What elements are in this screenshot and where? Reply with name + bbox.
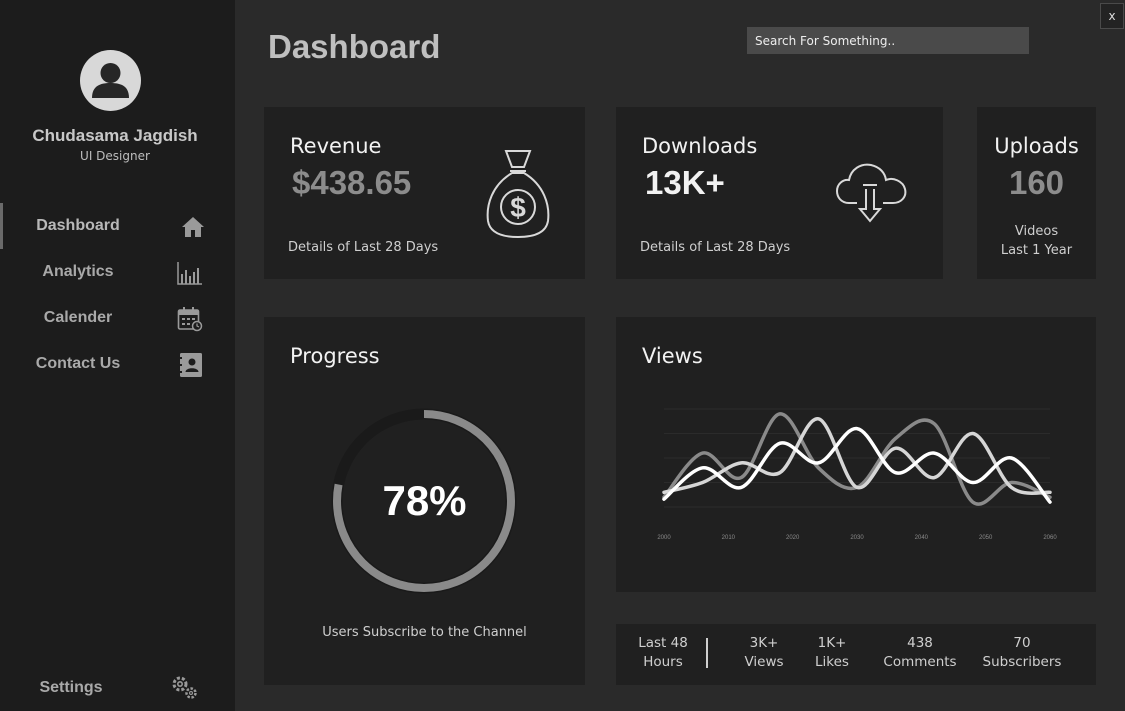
progress-percent: 78% bbox=[382, 477, 467, 524]
downloads-note: Details of Last 28 Days bbox=[640, 240, 791, 255]
nav-item-contact-us[interactable]: Contact Us bbox=[0, 341, 235, 387]
x-tick-label: 2020 bbox=[786, 535, 800, 541]
svg-text:$: $ bbox=[510, 192, 526, 223]
revenue-note: Details of Last 28 Days bbox=[288, 240, 439, 255]
close-button[interactable]: x bbox=[1100, 3, 1124, 29]
stat-comments: 438 Comments bbox=[874, 634, 966, 672]
search-input[interactable] bbox=[747, 27, 1029, 54]
stats-divider bbox=[706, 638, 708, 668]
stat-views: 3K+ Views bbox=[731, 634, 797, 672]
nav-item-dashboard[interactable]: Dashboard bbox=[0, 203, 235, 249]
gears-icon bbox=[172, 676, 197, 699]
cloud-download-icon bbox=[835, 163, 907, 223]
stats-period-line2: Hours bbox=[643, 654, 683, 670]
user-role: UI Designer bbox=[80, 149, 150, 163]
stat-likes-label: Likes bbox=[815, 654, 849, 670]
x-tick-label: 2000 bbox=[657, 535, 671, 541]
stat-subscribers: 70 Subscribers bbox=[976, 634, 1068, 672]
bar-chart-icon bbox=[177, 262, 202, 285]
downloads-title: Downloads bbox=[642, 134, 758, 158]
revenue-title: Revenue bbox=[290, 134, 382, 158]
stats-bar: Last 48 Hours 3K+ Views 1K+ Likes 438 Co… bbox=[616, 624, 1096, 685]
nav-label-analytics: Analytics bbox=[42, 263, 114, 280]
settings-label: Settings bbox=[39, 679, 103, 696]
x-tick-label: 2050 bbox=[979, 535, 993, 541]
stats-period-line1: Last 48 bbox=[638, 635, 688, 651]
uploads-value: 160 bbox=[1008, 164, 1065, 201]
sidebar: Chudasama Jagdish UI Designer Dashboard … bbox=[0, 0, 235, 711]
stat-subscribers-value: 70 bbox=[1013, 635, 1031, 651]
user-name: Chudasama Jagdish bbox=[32, 126, 198, 145]
nav-label-calender: Calender bbox=[43, 309, 113, 326]
calendar-icon bbox=[177, 307, 203, 332]
revenue-value: $438.65 bbox=[292, 164, 412, 201]
x-tick-label: 2010 bbox=[722, 535, 736, 541]
stat-comments-label: Comments bbox=[883, 654, 957, 670]
uploads-title: Uploads bbox=[994, 134, 1079, 158]
progress-title: Progress bbox=[290, 344, 380, 368]
stat-likes: 1K+ Likes bbox=[802, 634, 862, 672]
uploads-card: Uploads 160 Videos Last 1 Year bbox=[977, 107, 1096, 279]
stat-views-value: 3K+ bbox=[749, 635, 779, 651]
views-chart: 2000 2010 2020 2030 2040 2050 2060 bbox=[657, 408, 1057, 541]
home-icon bbox=[182, 217, 204, 237]
uploads-note-line2: Last 1 Year bbox=[1000, 243, 1073, 258]
avatar[interactable] bbox=[80, 50, 141, 111]
downloads-card: Downloads 13K+ Details of Last 28 Days bbox=[616, 107, 943, 279]
money-bag-icon: $ bbox=[486, 150, 550, 239]
nav-item-calender[interactable]: Calender bbox=[0, 295, 235, 341]
contact-book-icon bbox=[178, 353, 202, 377]
stats-period: Last 48 Hours bbox=[628, 634, 698, 672]
nav-label-dashboard: Dashboard bbox=[36, 217, 120, 234]
downloads-value: 13K+ bbox=[645, 164, 725, 201]
settings-button[interactable]: Settings bbox=[0, 666, 235, 710]
revenue-card: Revenue $438.65 Details of Last 28 Days … bbox=[264, 107, 585, 279]
uploads-note-line1: Videos bbox=[1014, 224, 1059, 239]
progress-caption: Users Subscribe to the Channel bbox=[322, 625, 527, 640]
stat-views-label: Views bbox=[744, 654, 784, 670]
progress-card: Progress 78% Users Subscribe to the Chan… bbox=[264, 317, 585, 685]
stat-likes-value: 1K+ bbox=[817, 635, 847, 651]
stat-comments-value: 438 bbox=[907, 635, 933, 651]
x-tick-label: 2040 bbox=[915, 535, 929, 541]
views-title: Views bbox=[642, 344, 703, 368]
x-tick-label: 2030 bbox=[850, 535, 864, 541]
views-card: Views 2000 2010 2020 2030 2040 2050 2060 bbox=[616, 317, 1096, 592]
page-title: Dashboard bbox=[268, 28, 441, 65]
nav-item-analytics[interactable]: Analytics bbox=[0, 249, 235, 295]
x-tick-label: 2060 bbox=[1043, 535, 1057, 541]
user-icon bbox=[92, 63, 129, 98]
nav-label-contact-us: Contact Us bbox=[35, 355, 121, 372]
stat-subscribers-label: Subscribers bbox=[982, 654, 1062, 670]
